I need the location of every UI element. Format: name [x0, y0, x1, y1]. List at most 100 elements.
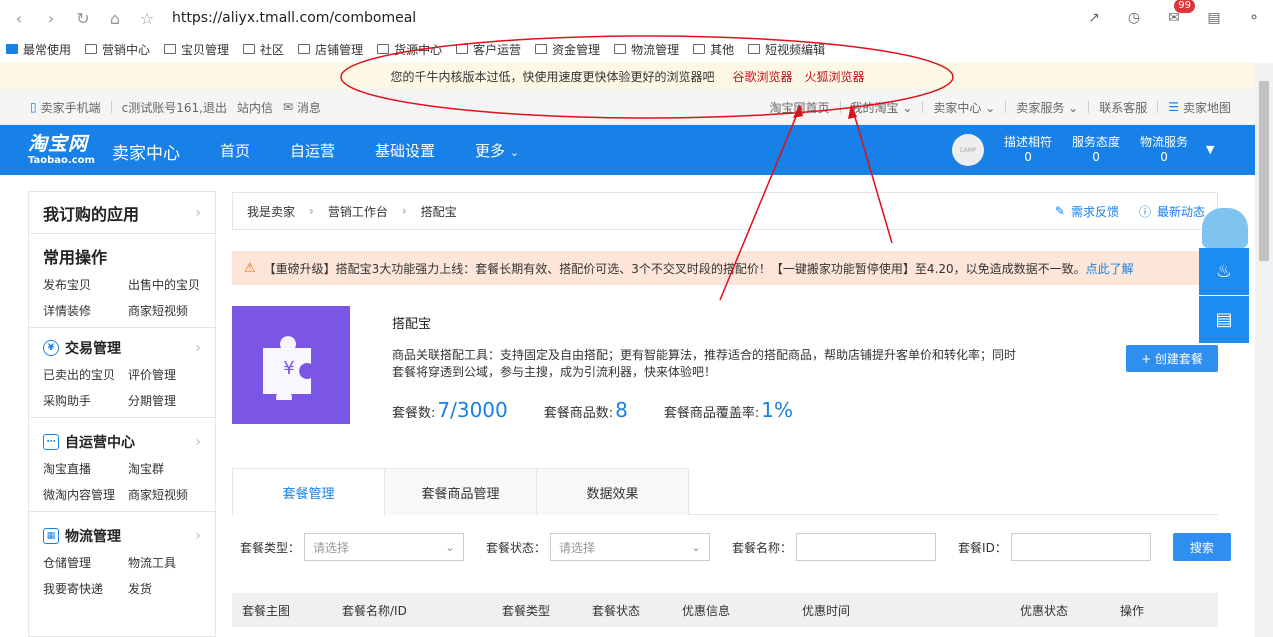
caret-down-icon[interactable]: ▼	[1206, 143, 1214, 156]
account-link[interactable]: c测试账号161,退出	[122, 99, 227, 116]
subscribed-apps[interactable]: 我订购的应用 ›	[29, 192, 215, 234]
product-description: 商品关联搭配工具：支持固定及自由搭配；更有智能算法，推荐适合的搭配商品，帮助店铺…	[392, 347, 1032, 381]
bookmark-item[interactable]: 其他	[693, 41, 734, 58]
sidebar-link[interactable]: 详情装修	[43, 302, 128, 319]
inbox-link[interactable]: 站内信	[237, 99, 273, 116]
edit-icon: ✎	[1054, 204, 1065, 218]
tab-data-effect[interactable]: 数据效果	[536, 468, 689, 515]
seller-map-link[interactable]: 卖家地图	[1183, 99, 1231, 116]
sidebar-link[interactable]: 微淘内容管理	[43, 486, 128, 503]
sidebar-link[interactable]: 发布宝贝	[43, 276, 128, 293]
nav-more[interactable]: 更多 ⌄	[475, 140, 519, 161]
seller-center-link[interactable]: 卖家中心 ⌄	[933, 99, 995, 116]
breadcrumb-item[interactable]: 我是卖家	[247, 203, 295, 220]
floating-toolbar: ♨ ▤	[1199, 248, 1249, 344]
combo-type-select[interactable]: 请选择 ⌄	[304, 533, 465, 561]
sidebar-link[interactable]: 物流工具	[128, 554, 213, 571]
section-header[interactable]: ¥ 交易管理 ›	[43, 338, 201, 358]
sidebar-link[interactable]: 出售中的宝贝	[128, 276, 213, 293]
stat-label: 套餐商品数:	[543, 406, 614, 421]
taobao-logo[interactable]: 淘宝网 Taobao.com	[28, 133, 95, 167]
news-link[interactable]: ⓘ 最新动态	[1139, 203, 1205, 220]
sidebar-link[interactable]: 商家短视频	[128, 302, 213, 319]
feedback-link[interactable]: ✎ 需求反馈	[1055, 203, 1119, 220]
scroll-thumb[interactable]	[1259, 81, 1269, 261]
nav-self-operation[interactable]: 自运营	[290, 140, 335, 161]
sidebar-link[interactable]: 采购助手	[43, 392, 128, 409]
folder-icon	[614, 44, 627, 54]
nav-home[interactable]: 首页	[220, 140, 250, 161]
my-taobao-link[interactable]: 我的淘宝 ⌄	[851, 99, 913, 116]
section-header[interactable]: ▦ 物流管理 ›	[43, 526, 201, 546]
bookmark-item[interactable]: 货源中心	[377, 41, 442, 58]
product-image: ¥	[232, 306, 350, 424]
reload-icon[interactable]: ↻	[70, 5, 96, 31]
lock-icon[interactable]: ⚬	[1245, 9, 1263, 27]
share-icon[interactable]: ↗	[1085, 9, 1103, 27]
forward-icon[interactable]: ›	[38, 5, 64, 31]
sidebar-link[interactable]: 商家短视频	[128, 486, 213, 503]
seller-service-link[interactable]: 卖家服务 ⌄	[1016, 99, 1078, 116]
column-header: 优惠时间	[802, 604, 851, 618]
url-text[interactable]: https://aliyx.tmall.com/combomeal	[172, 10, 416, 26]
combo-id-input[interactable]	[1010, 533, 1151, 561]
sidebar-link[interactable]: 已卖出的宝贝	[43, 366, 128, 383]
back-icon[interactable]: ‹	[6, 5, 32, 31]
divider	[1005, 101, 1007, 113]
bookmark-item[interactable]: 资金管理	[535, 41, 600, 58]
bookmark-item[interactable]: 客户运营	[456, 41, 521, 58]
bookmark-item[interactable]: 社区	[243, 41, 284, 58]
seller-service-label: 卖家服务	[1016, 100, 1065, 115]
bell-icon[interactable]: ♨	[1199, 248, 1249, 295]
combo-name-input[interactable]	[796, 533, 937, 561]
chrome-link[interactable]: 谷歌浏览器	[732, 68, 792, 85]
bookmark-item[interactable]: 物流管理	[614, 41, 679, 58]
sidebar-link[interactable]: 评价管理	[128, 366, 213, 383]
avatar[interactable]: CAMP	[952, 134, 984, 166]
tab-combo-items[interactable]: 套餐商品管理	[384, 468, 537, 515]
warning-icon: ⚠	[244, 260, 256, 276]
card-icon[interactable]: ▤	[1205, 9, 1223, 27]
breadcrumb-item[interactable]: 营销工作台	[328, 203, 388, 220]
section-header[interactable]: ⋯ 自运营中心 ›	[43, 432, 201, 452]
stat-label: 套餐商品覆盖率:	[663, 406, 760, 421]
taobao-home-link[interactable]: 淘宝网首页	[770, 99, 830, 116]
bookmark-item[interactable]: 宝贝管理	[164, 41, 229, 58]
page-scrollbar[interactable]	[1255, 63, 1273, 637]
chat-icon[interactable]: ▤	[1199, 296, 1249, 343]
sidebar-link[interactable]: 发货	[128, 580, 213, 597]
sidebar-link[interactable]: 淘宝群	[128, 460, 213, 477]
bookmark-star-icon[interactable]: ☆	[134, 5, 160, 31]
bookmark-item[interactable]: 最常使用	[6, 41, 71, 58]
bookmark-item[interactable]: 店铺管理	[298, 41, 363, 58]
sidebar-link[interactable]: 我要寄快递	[43, 580, 128, 597]
browser-address-bar: ‹ › ↻ ⌂ ☆ https://aliyx.tmall.com/combom…	[0, 0, 1273, 36]
create-combo-button[interactable]: + 创建套餐	[1126, 345, 1218, 372]
notice-link[interactable]: 点此了解	[1086, 262, 1134, 276]
mobile-link[interactable]: 卖家手机端	[41, 99, 101, 116]
bookmark-item[interactable]: 短视频编辑	[748, 41, 825, 58]
main-nav: 首页 自运营 基础设置 更多 ⌄	[220, 125, 519, 175]
tab-combo-management[interactable]: 套餐管理	[232, 468, 385, 516]
firefox-link[interactable]: 火狐浏览器	[805, 68, 865, 85]
column-header: 套餐名称/ID	[342, 604, 407, 618]
nav-basic-settings[interactable]: 基础设置	[375, 140, 435, 161]
select-placeholder: 请选择	[313, 540, 350, 555]
message-link[interactable]: 消息	[297, 99, 321, 116]
bookmark-item[interactable]: 营销中心	[85, 41, 150, 58]
combo-status-select[interactable]: 请选择 ⌄	[550, 533, 711, 561]
clock-icon[interactable]: ◷	[1125, 9, 1143, 27]
mascot-icon[interactable]	[1202, 208, 1248, 248]
sidebar-link[interactable]: 淘宝直播	[43, 460, 128, 477]
folder-icon	[164, 44, 177, 54]
sidebar-link[interactable]: 分期管理	[128, 392, 213, 409]
mail-icon[interactable]: ✉ 99	[1165, 0, 1195, 27]
contact-service-link[interactable]: 联系客服	[1099, 99, 1147, 116]
home-icon[interactable]: ⌂	[102, 5, 128, 31]
sidebar-link[interactable]: 仓储管理	[43, 554, 128, 571]
score-value: 0	[1160, 150, 1168, 164]
score-value: 0	[1092, 150, 1100, 164]
search-button[interactable]: 搜索	[1172, 533, 1231, 561]
score-description: 描述相符 0	[1004, 135, 1052, 165]
subscribed-apps-title: 我订购的应用	[43, 204, 140, 224]
